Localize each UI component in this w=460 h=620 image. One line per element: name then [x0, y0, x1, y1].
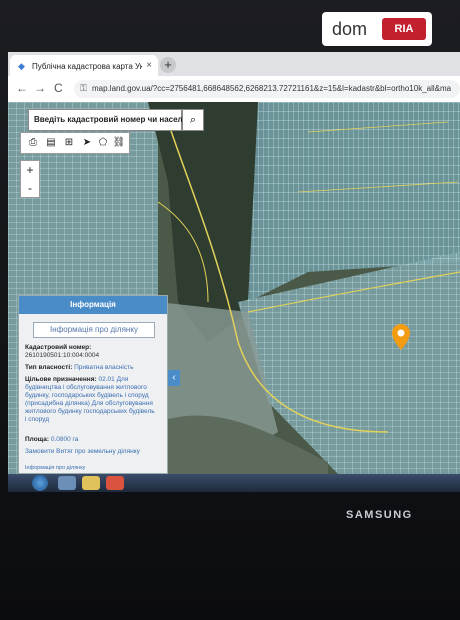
collapse-panel-button[interactable]: ‹	[168, 370, 180, 386]
zoom-in-button[interactable]: +	[21, 161, 39, 179]
address-url: map.land.gov.ua/?cc=2756481,668648562,62…	[92, 84, 452, 93]
address-bar[interactable]: ⚿ map.land.gov.ua/?cc=2756481,668648562,…	[74, 80, 460, 98]
watermark-dom-text: dom	[332, 19, 368, 39]
info-panel-header: Інформація	[19, 296, 167, 314]
new-tab-button[interactable]: +	[160, 57, 176, 73]
cadastral-number: Кадастровий номер: 2610190501:10:004:000…	[25, 344, 155, 360]
location-marker-icon[interactable]	[392, 324, 410, 350]
watermark-logo: dom RIA	[322, 12, 432, 46]
cadastral-search-input[interactable]: Введіть кадастровий номер чи населений	[28, 109, 202, 131]
tab-bar: ◆ Публічна кадастрова карта Укр × +	[8, 52, 460, 76]
windows-taskbar	[8, 474, 460, 492]
zoom-control: + -	[20, 160, 40, 198]
measure-icon[interactable]: ⊞	[61, 135, 77, 151]
laptop-screen: ◆ Публічна кадастрова карта Укр × + ← → …	[8, 52, 460, 492]
site-favicon-icon: ◆	[18, 61, 25, 71]
link-icon[interactable]: ⛓	[111, 135, 127, 151]
close-tab-icon[interactable]: ×	[146, 60, 152, 71]
folder-taskbar-icon[interactable]	[82, 476, 100, 490]
ownership-type: Тип власності: Приватна власність	[25, 364, 155, 372]
cadastral-label: Кадастровий номер:	[25, 344, 92, 351]
samsung-logo: SAMSUNG	[346, 509, 413, 521]
lock-icon: ⚿	[80, 83, 87, 93]
reload-button[interactable]: C	[54, 81, 63, 95]
area-icon[interactable]: ⬠	[95, 135, 111, 151]
print-icon[interactable]: ⎙	[25, 135, 41, 151]
explorer-taskbar-icon[interactable]	[58, 476, 76, 490]
start-button-icon[interactable]	[32, 475, 48, 491]
back-button[interactable]: ←	[16, 81, 28, 95]
chrome-taskbar-icon[interactable]	[106, 476, 124, 490]
map-toolbar: ⎙ ▤ ⊞ ➤ ⬠ ⛓	[20, 132, 130, 154]
tab-title: Публічна кадастрова карта Укр	[32, 62, 142, 71]
area-label: Площа:	[25, 436, 50, 443]
parcel-area: Площа: 0.0800 га	[25, 436, 155, 444]
purpose-label: Цільове призначення:	[25, 376, 97, 383]
parcel-info-link[interactable]: Інформація про ділянку	[25, 464, 155, 472]
cadastral-value: 2610190501:10:004:0004	[25, 352, 100, 359]
ownership-label: Тип власності:	[25, 364, 73, 371]
order-extract-link[interactable]: Замовити Витяг про земельну ділянку	[25, 448, 155, 456]
pointer-icon[interactable]: ➤	[79, 135, 95, 151]
area-value: 0.0800 га	[50, 436, 79, 443]
land-purpose: Цільове призначення: 02.01 Для будівницт…	[25, 376, 155, 424]
ownership-value: Приватна власність	[74, 364, 134, 371]
forward-button[interactable]: →	[34, 81, 46, 95]
zoom-out-button[interactable]: -	[21, 179, 39, 197]
search-icon[interactable]: ⌕	[182, 109, 204, 131]
browser-tab[interactable]: ◆ Публічна кадастрова карта Укр ×	[10, 55, 158, 76]
search-placeholder: Введіть кадастровий номер чи населений	[34, 115, 202, 124]
layers-icon[interactable]: ▤	[43, 135, 59, 151]
parcel-info-button[interactable]: Інформація про ділянку	[33, 322, 155, 338]
info-panel: Інформація Інформація про ділянку Кадаст…	[18, 295, 168, 474]
watermark-ria-text: RIA	[382, 18, 426, 40]
browser-toolbar: ← → C ⚿ map.land.gov.ua/?cc=2756481,6686…	[8, 76, 460, 103]
